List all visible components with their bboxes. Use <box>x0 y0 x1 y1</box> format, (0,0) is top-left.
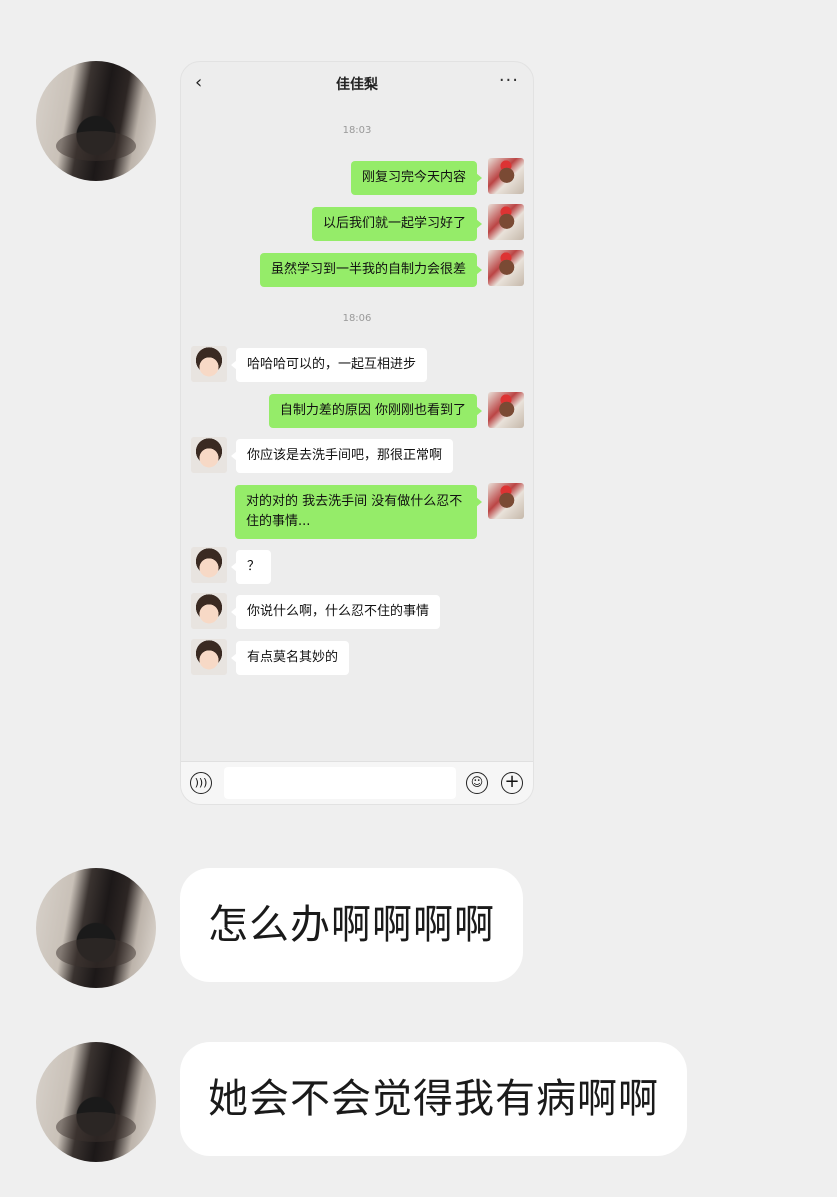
my-avatar[interactable] <box>488 483 524 519</box>
message-bubble-sent[interactable]: 自制力差的原因 你刚刚也看到了 <box>268 394 483 428</box>
message-bubble-received[interactable]: 有点莫名其妙的 <box>230 641 350 675</box>
message-bubble-received[interactable]: ？ <box>230 550 272 584</box>
contact-avatar[interactable] <box>191 547 227 583</box>
chat-screenshot[interactable]: ‹ 佳佳梨 ··· 18:03 刚复习完今天内容 以后我们就一起学习好了 虽然学… <box>180 61 534 805</box>
my-avatar[interactable] <box>488 392 524 428</box>
more-icon[interactable]: ··· <box>499 70 519 91</box>
chat-header: ‹ 佳佳梨 ··· <box>181 62 533 104</box>
plus-icon[interactable]: + <box>501 772 523 794</box>
message-bubble-sent[interactable]: 虽然学习到一半我的自制力会很差 <box>259 253 483 287</box>
my-avatar[interactable] <box>488 250 524 286</box>
my-avatar[interactable] <box>488 158 524 194</box>
message-bubble-sent[interactable]: 对的对的 我去洗手间 没有做什么忍不住的事情... <box>235 485 482 539</box>
contact-avatar[interactable] <box>191 593 227 629</box>
contact-avatar[interactable] <box>191 346 227 382</box>
timestamp: 18:06 <box>342 313 372 324</box>
message-bubble[interactable]: 怎么办啊啊啊啊 <box>180 868 523 982</box>
my-avatar[interactable] <box>488 204 524 240</box>
message-bubble-received[interactable]: 你应该是去洗手间吧，那很正常啊 <box>230 439 454 473</box>
message-bubble-sent[interactable]: 刚复习完今天内容 <box>350 161 483 195</box>
message-bubble-sent[interactable]: 以后我们就一起学习好了 <box>311 207 483 241</box>
contact-avatar[interactable] <box>191 639 227 675</box>
input-bar: ))) ☺ + <box>181 761 533 804</box>
sender-avatar[interactable] <box>36 868 156 988</box>
message-bubble[interactable]: 她会不会觉得我有病啊啊 <box>180 1042 687 1156</box>
message-input[interactable] <box>224 767 456 799</box>
message-bubble-received[interactable]: 哈哈哈可以的，一起互相进步 <box>230 348 428 382</box>
voice-icon[interactable]: ))) <box>190 772 212 794</box>
sender-avatar[interactable] <box>36 1042 156 1162</box>
message-bubble-received[interactable]: 你说什么啊，什么忍不住的事情 <box>230 595 441 629</box>
emoji-icon[interactable]: ☺ <box>466 772 488 794</box>
sender-avatar[interactable] <box>36 61 156 181</box>
timestamp: 18:03 <box>342 125 372 136</box>
contact-avatar[interactable] <box>191 437 227 473</box>
chat-title: 佳佳梨 <box>336 77 378 93</box>
